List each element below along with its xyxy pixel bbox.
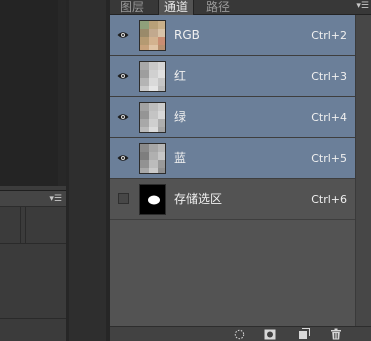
save-selection-icon[interactable] [264, 328, 276, 340]
left-panel-toolbar [0, 207, 66, 244]
blue-thumbnail [139, 143, 166, 174]
channel-name: 存储选区 [174, 192, 223, 206]
red-thumbnail [139, 61, 166, 92]
left-panel-divider [0, 318, 66, 319]
channel-list-empty-area [110, 220, 355, 326]
channel-row-blue[interactable]: 蓝 Ctrl+5 [110, 138, 355, 179]
channel-row-saved-selection[interactable]: 存储选区 Ctrl+6 [110, 179, 355, 220]
panel-tab-bar: 图层 通道 路径 ▾☰ [110, 0, 371, 15]
channel-shortcut: Ctrl+4 [311, 111, 347, 124]
channel-row-green[interactable]: 绿 Ctrl+4 [110, 97, 355, 138]
tab-paths[interactable]: 路径 [201, 0, 235, 14]
channels-panel: 图层 通道 路径 ▾☰ RGB Ctrl+2 红 Ctrl+3 绿 Ctrl+4… [110, 0, 371, 341]
left-panel-menu-icon[interactable]: ▾☰ [49, 193, 62, 205]
eye-icon[interactable] [116, 110, 130, 124]
channel-shortcut: Ctrl+6 [311, 193, 347, 206]
canvas-edge [0, 0, 58, 186]
panel-menu-icon[interactable]: ▾☰ [356, 0, 369, 14]
visibility-toggle[interactable] [118, 193, 129, 204]
document-canvas-area [0, 0, 66, 186]
panel-gutter [66, 0, 110, 341]
channel-name: 红 [174, 69, 187, 83]
channel-row-rgb[interactable]: RGB Ctrl+2 [110, 15, 355, 56]
channel-name: 蓝 [174, 151, 187, 165]
tab-layers[interactable]: 图层 [115, 0, 149, 14]
left-panel: ▾☰ [0, 190, 66, 341]
channel-shortcut: Ctrl+2 [311, 29, 347, 42]
eye-icon[interactable] [116, 151, 130, 165]
left-panel-header: ▾☰ [0, 190, 66, 207]
panel-bottom-bar [110, 326, 371, 341]
selection-mask-thumbnail [139, 184, 166, 215]
eye-icon[interactable] [116, 28, 130, 42]
channel-row-red[interactable]: 红 Ctrl+3 [110, 56, 355, 97]
channel-list: RGB Ctrl+2 红 Ctrl+3 绿 Ctrl+4 蓝 Ctrl+5 存储… [110, 15, 355, 220]
delete-channel-icon[interactable] [330, 328, 342, 340]
green-thumbnail [139, 102, 166, 133]
load-selection-icon[interactable] [233, 328, 245, 340]
eye-icon[interactable] [116, 69, 130, 83]
rgb-thumbnail [139, 20, 166, 51]
new-channel-icon[interactable] [298, 328, 310, 340]
channel-name: RGB [174, 28, 200, 42]
channel-name: 绿 [174, 110, 187, 124]
channel-shortcut: Ctrl+5 [311, 152, 347, 165]
tab-channels[interactable]: 通道 [158, 0, 195, 15]
channel-shortcut: Ctrl+3 [311, 70, 347, 83]
scrollbar[interactable] [355, 15, 371, 326]
